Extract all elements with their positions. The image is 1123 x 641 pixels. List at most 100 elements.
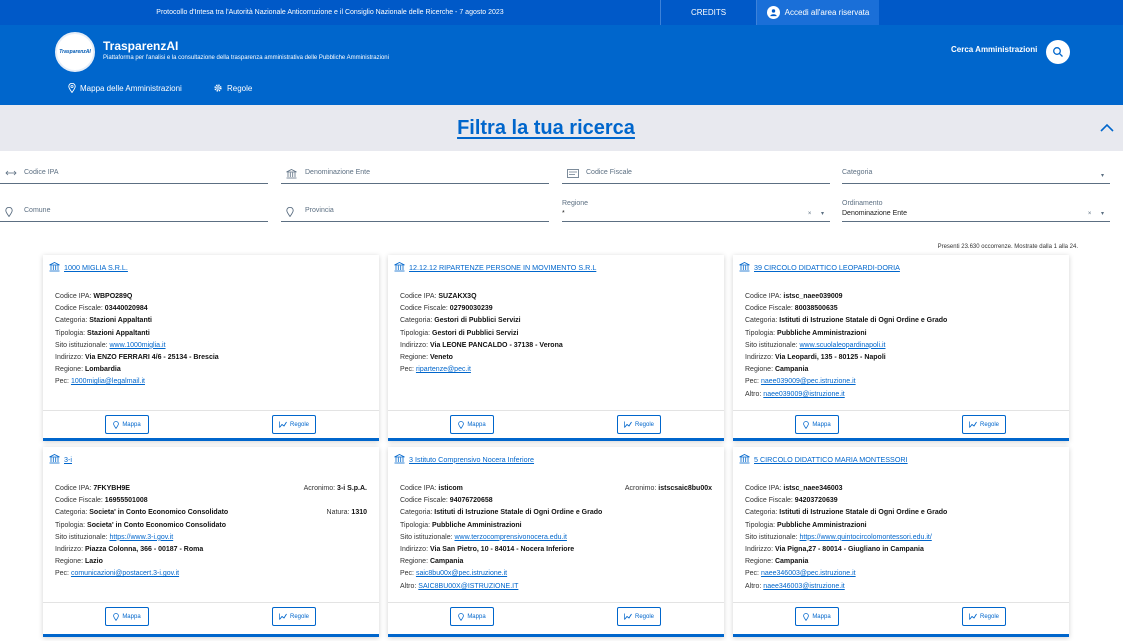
regole-button[interactable]: Regole bbox=[962, 607, 1006, 626]
mappa-button[interactable]: Mappa bbox=[450, 607, 494, 626]
card-footer: Mappa Regole bbox=[43, 602, 379, 630]
codice-fiscale-value: 02790030239 bbox=[449, 305, 493, 313]
natura-value: 1310 bbox=[351, 509, 367, 517]
card-title[interactable]: 5 CIRCOLO DIDATTICO MARIA MONTESSORI bbox=[739, 454, 908, 464]
gear-icon bbox=[214, 84, 222, 92]
map-pin-icon bbox=[803, 612, 810, 621]
card-title[interactable]: 3-i bbox=[49, 454, 72, 464]
filter-title[interactable]: Filtra la tua ricerca bbox=[0, 117, 1092, 140]
categoria-value: Stazioni Appaltanti bbox=[89, 317, 152, 325]
categoria-placeholder: Categoria bbox=[842, 169, 873, 176]
map-pin-icon bbox=[286, 207, 294, 217]
card-title-text[interactable]: 5 CIRCOLO DIDATTICO MARIA MONTESSORI bbox=[754, 455, 908, 464]
card-title-text[interactable]: 39 CIRCOLO DIDATTICO LEOPARDI-DORIA bbox=[754, 263, 900, 272]
codice-ipa-value: istsc_naee039009 bbox=[783, 293, 843, 300]
provincia-placeholder: Provincia bbox=[305, 207, 334, 214]
card-footer: Mappa Regole bbox=[733, 410, 1069, 438]
comune-placeholder: Comune bbox=[24, 207, 51, 214]
card-title-text[interactable]: 3-i bbox=[64, 455, 72, 464]
card-title[interactable]: 12.12.12 RIPARTENZE PERSONE IN MOVIMENTO… bbox=[394, 262, 596, 272]
clear-chevron-icon[interactable]: × ▾ bbox=[1088, 210, 1108, 217]
tipologia-value: Stazioni Appaltanti bbox=[87, 329, 150, 337]
card-title-text[interactable]: 3 Istituto Comprensivo Nocera Inferiore bbox=[409, 455, 534, 464]
card-title[interactable]: 39 CIRCOLO DIDATTICO LEOPARDI-DORIA bbox=[739, 262, 900, 272]
tipologia-value: Pubbliche Amministrazioni bbox=[777, 329, 867, 337]
mappa-button[interactable]: Mappa bbox=[450, 415, 494, 434]
result-card: 12.12.12 RIPARTENZE PERSONE IN MOVIMENTO… bbox=[388, 255, 724, 441]
card-title-text[interactable]: 12.12.12 RIPARTENZE PERSONE IN MOVIMENTO… bbox=[409, 263, 596, 272]
ordinamento-select[interactable]: Ordinamento Denominazione Ente × ▾ bbox=[842, 200, 1110, 222]
pec-link[interactable]: comunicazioni@postacert.3-i.gov.it bbox=[71, 570, 179, 577]
chevron-down-icon[interactable]: ▾ bbox=[1101, 172, 1108, 179]
card-footer: Mappa Regole bbox=[43, 410, 379, 438]
codice-fiscale-value: 94076720658 bbox=[449, 497, 493, 505]
results-count: Presenti 23.630 occorrenze. Mostrate dal… bbox=[937, 244, 1078, 250]
regole-button[interactable]: Regole bbox=[962, 415, 1006, 434]
user-icon bbox=[766, 6, 780, 19]
codice-ipa-value: SUZAKX3Q bbox=[438, 293, 477, 300]
search-button[interactable] bbox=[1046, 40, 1070, 64]
nav-mappa[interactable]: Mappa delle Amministrazioni bbox=[68, 83, 182, 93]
regione-select[interactable]: Regione * × ▾ bbox=[562, 200, 830, 222]
logo-text: TrasparenzAI bbox=[59, 49, 91, 55]
map-pin-icon bbox=[458, 420, 465, 429]
chart-line-icon bbox=[624, 421, 632, 428]
filter-band: Filtra la tua ricerca bbox=[0, 105, 1123, 151]
sito-link[interactable]: www.terzocomprensivonocera.edu.it bbox=[454, 534, 566, 541]
chart-line-icon bbox=[969, 421, 977, 428]
map-pin-icon bbox=[5, 207, 13, 217]
comune-field[interactable]: Comune bbox=[0, 204, 268, 222]
chevron-up-icon[interactable] bbox=[1100, 123, 1114, 132]
altro-link[interactable]: naee346003@istruzione.it bbox=[763, 583, 844, 590]
chart-line-icon bbox=[279, 421, 287, 428]
regole-button[interactable]: Regole bbox=[272, 415, 316, 434]
card-title-text[interactable]: 1000 MIGLIA S.R.L. bbox=[64, 263, 128, 272]
categoria-select[interactable]: Categoria ▾ bbox=[842, 166, 1110, 184]
sito-link[interactable]: www.1000miglia.it bbox=[109, 342, 165, 349]
nav-regole[interactable]: Regole bbox=[213, 83, 252, 93]
sito-link[interactable]: https://www.3-i.gov.it bbox=[109, 534, 173, 541]
altro-link[interactable]: SAIC8BU00X@ISTRUZIONE.IT bbox=[418, 583, 518, 590]
pec-link[interactable]: naee346003@pec.istruzione.it bbox=[761, 570, 856, 577]
sito-link[interactable]: www.scuolaleopardinapoli.it bbox=[799, 342, 885, 349]
codice-fiscale-field[interactable]: Codice Fiscale bbox=[562, 166, 830, 184]
bank-icon bbox=[739, 262, 750, 272]
codice-ipa-field[interactable]: Codice IPA bbox=[0, 166, 268, 184]
mappa-button[interactable]: Mappa bbox=[795, 607, 839, 626]
clear-chevron-icon[interactable]: × ▾ bbox=[808, 210, 828, 217]
site-title[interactable]: TrasparenzAI bbox=[103, 39, 178, 53]
categoria-value: Istituti di Istruzione Statale di Ogni O… bbox=[779, 317, 948, 325]
codice-fiscale-value: 03440020984 bbox=[104, 305, 148, 313]
mappa-button[interactable]: Mappa bbox=[105, 607, 149, 626]
card-details: Codice IPA: WBPO289Q Codice Fiscale: 034… bbox=[55, 293, 219, 386]
login-button[interactable]: Accedi all'area riservata bbox=[757, 0, 879, 25]
top-strip: Protocollo d'Intesa tra l'Autorità Nazio… bbox=[0, 0, 1123, 25]
mappa-button[interactable]: Mappa bbox=[105, 415, 149, 434]
codice-fiscale-placeholder: Codice Fiscale bbox=[586, 169, 632, 176]
result-card: 5 CIRCOLO DIDATTICO MARIA MONTESSORI Cod… bbox=[733, 447, 1069, 637]
pec-link[interactable]: ripartenze@pec.it bbox=[416, 366, 471, 373]
chart-line-icon bbox=[969, 613, 977, 620]
tipologia-value: Pubbliche Amministrazioni bbox=[777, 521, 867, 529]
regole-button[interactable]: Regole bbox=[617, 415, 661, 434]
regole-button[interactable]: Regole bbox=[272, 607, 316, 626]
provincia-field[interactable]: Provincia bbox=[281, 204, 549, 222]
card-footer: Mappa Regole bbox=[733, 602, 1069, 630]
pec-link[interactable]: naee039009@pec.istruzione.it bbox=[761, 378, 856, 385]
credits-link[interactable]: CREDITS bbox=[660, 0, 757, 25]
mappa-button[interactable]: Mappa bbox=[795, 415, 839, 434]
bank-icon bbox=[49, 262, 60, 272]
card-title[interactable]: 1000 MIGLIA S.R.L. bbox=[49, 262, 128, 272]
regole-button[interactable]: Regole bbox=[617, 607, 661, 626]
map-pin-icon bbox=[458, 612, 465, 621]
denominazione-field[interactable]: Denominazione Ente bbox=[281, 166, 549, 184]
categoria-value: Istituti di Istruzione Statale di Ogni O… bbox=[434, 509, 603, 517]
chart-line-icon bbox=[279, 613, 287, 620]
site-logo[interactable]: TrasparenzAI bbox=[55, 32, 95, 72]
sito-link[interactable]: https://www.quintocircolomontessori.edu.… bbox=[799, 534, 931, 541]
pec-link[interactable]: 1000miglia@legalmail.it bbox=[71, 378, 145, 385]
pec-link[interactable]: saic8bu00x@pec.istruzione.it bbox=[416, 570, 507, 577]
altro-link[interactable]: naee039009@istruzione.it bbox=[763, 391, 844, 398]
card-title[interactable]: 3 Istituto Comprensivo Nocera Inferiore bbox=[394, 454, 534, 464]
protocol-notice: Protocollo d'Intesa tra l'Autorità Nazio… bbox=[156, 9, 504, 16]
